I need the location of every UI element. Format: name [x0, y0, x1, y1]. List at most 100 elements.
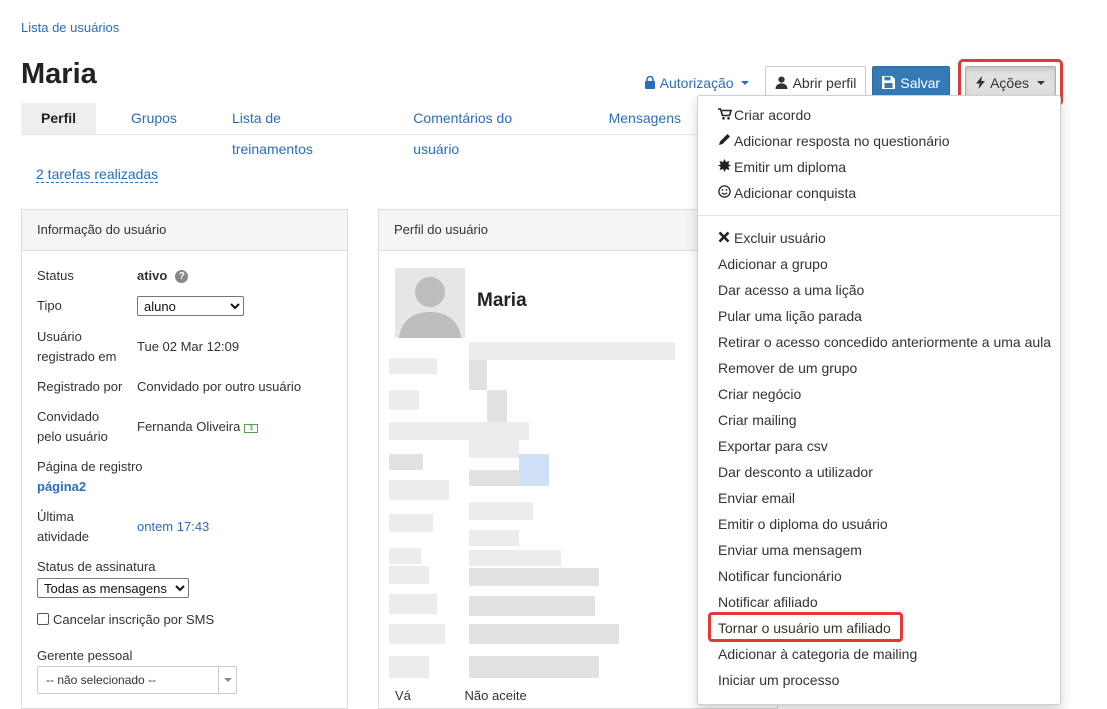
help-icon[interactable]: ?: [175, 270, 189, 284]
reg-page-link[interactable]: página2: [37, 477, 86, 497]
blurred-field: [389, 624, 445, 644]
last-activity-label-line2: atividade: [37, 529, 90, 544]
type-label: Tipo: [37, 298, 62, 313]
menu-item-criar-acordo[interactable]: Criar acordo: [698, 102, 1060, 128]
last-activity-value[interactable]: ontem 17:43: [137, 517, 209, 537]
blurred-field: [469, 550, 561, 566]
last-activity-label: Última atividade: [37, 507, 89, 547]
save-label: Salvar: [900, 74, 941, 91]
status-value: ativo: [137, 268, 168, 283]
menu-item-adicionar-categoria-mailing[interactable]: Adicionar à categoria de mailing: [698, 641, 1060, 667]
blurred-field: [389, 514, 433, 532]
menu-item-notificar-funcionario[interactable]: Notificar funcionário: [698, 563, 1060, 589]
tab-lista-treinamentos[interactable]: Lista de treinamentos: [197, 103, 378, 157]
menu-divider: [698, 215, 1060, 216]
sms-unsubscribe-checkbox[interactable]: [37, 613, 49, 625]
tab-perfil[interactable]: Perfil: [21, 103, 97, 134]
reg-page-label: Página de registro: [37, 459, 143, 474]
bolt-icon: [976, 76, 986, 89]
profile-footer-label: Vá: [395, 688, 411, 703]
menu-item-adicionar-resposta[interactable]: Adicionar resposta no questionário: [698, 128, 1060, 154]
menu-item-criar-negocio[interactable]: Criar negócio: [698, 381, 1060, 407]
blurred-field: [469, 440, 519, 458]
blurred-field: [469, 530, 519, 546]
menu-item-emitir-diploma[interactable]: Emitir um diploma: [698, 154, 1060, 180]
invited-by-label: Convidado pelo usuário: [37, 407, 108, 447]
caret-down-icon: [1037, 80, 1045, 85]
tasks-done-link[interactable]: 2 tarefas realizadas: [36, 166, 159, 183]
blurred-field: [389, 454, 423, 470]
blurred-field: [469, 342, 675, 360]
menu-item-dar-acesso-licao[interactable]: Dar acesso a uma lição: [698, 277, 1060, 303]
menu-item-enviar-email[interactable]: Enviar email: [698, 485, 1060, 511]
tab-mensagens[interactable]: Mensagens: [574, 103, 701, 134]
status-label: Status: [37, 268, 74, 283]
registered-at-label-line2: registrado em: [37, 349, 117, 364]
authorization-label: Autorização: [659, 74, 734, 91]
subscription-select-wrap: Todas as mensagens: [37, 578, 189, 599]
menu-item-enviar-mensagem[interactable]: Enviar uma mensagem: [698, 537, 1060, 563]
manager-label: Gerente pessoal: [37, 648, 133, 663]
pencil-icon: [718, 133, 734, 149]
blurred-field: [469, 470, 519, 486]
registered-by-value: Convidado por outro usuário: [137, 379, 302, 394]
user-info-panel-title: Informação do usuário: [22, 210, 347, 251]
money-icon: $: [244, 424, 259, 433]
blurred-field: [389, 656, 429, 678]
menu-item-emitir-diploma-usuario[interactable]: Emitir o diploma do usuário: [698, 511, 1060, 537]
type-select[interactable]: aluno: [137, 296, 244, 316]
subscription-label: Status de assinatura: [37, 559, 156, 574]
floppy-icon: [882, 76, 896, 89]
menu-item-label: Excluir usuário: [734, 230, 826, 246]
cart-icon: [718, 107, 734, 123]
menu-item-iniciar-processo[interactable]: Iniciar um processo: [698, 667, 1060, 693]
menu-item-tornar-afiliado[interactable]: Tornar o usuário um afiliado: [698, 612, 1060, 642]
menu-item-highlight: [708, 612, 903, 642]
type-select-wrap: aluno: [137, 296, 244, 317]
authorization-dropdown[interactable]: Autorização: [644, 75, 749, 91]
blurred-field: [389, 422, 529, 440]
blurred-field: [389, 548, 421, 564]
certificate-icon: [718, 159, 734, 175]
menu-item-criar-mailing[interactable]: Criar mailing: [698, 407, 1060, 433]
menu-item-label: Emitir um diploma: [734, 159, 847, 175]
blurred-field: [389, 390, 419, 410]
menu-item-retirar-acesso[interactable]: Retirar o acesso concedido anteriormente…: [698, 329, 1060, 355]
invited-by-label-line1: Convidado: [37, 409, 100, 424]
blurred-field: [469, 360, 487, 390]
menu-item-exportar-csv[interactable]: Exportar para csv: [698, 433, 1060, 459]
blurred-field: [469, 596, 595, 616]
menu-item-dar-desconto[interactable]: Dar desconto a utilizador: [698, 459, 1060, 485]
menu-item-remover-grupo[interactable]: Remover de um grupo: [698, 355, 1060, 381]
blurred-field: [389, 566, 429, 584]
chevron-down-icon: [218, 667, 236, 693]
blurred-field: [469, 502, 533, 520]
tab-bar: Perfil Grupos Lista de treinamentos Come…: [21, 103, 701, 157]
profile-name: Maria: [477, 290, 527, 311]
registered-at-label: Usuário registrado em: [37, 327, 116, 367]
open-profile-label: Abrir perfil: [792, 74, 857, 91]
caret-down-icon: [740, 80, 749, 85]
tab-comentarios[interactable]: Comentários do usuário: [378, 103, 573, 157]
lock-icon: [644, 76, 655, 89]
profile-footer: Vá Não aceite: [395, 688, 527, 703]
menu-item-pular-licao[interactable]: Pular uma lição parada: [698, 303, 1060, 329]
menu-item-adicionar-grupo[interactable]: Adicionar a grupo: [698, 251, 1060, 277]
invited-by-label-line2: pelo usuário: [37, 429, 108, 444]
avatar: [395, 268, 465, 338]
profile-footer-value: Não aceite: [464, 688, 527, 703]
menu-item-adicionar-conquista[interactable]: Adicionar conquista: [698, 180, 1060, 206]
avatar-silhouette-icon: [399, 277, 461, 338]
subscription-select[interactable]: Todas as mensagens: [37, 578, 189, 598]
blurred-field: [469, 656, 599, 678]
manager-select[interactable]: -- não selecionado --: [37, 666, 237, 694]
registered-at-label-line1: Usuário: [37, 329, 82, 344]
invited-by-value[interactable]: Fernanda Oliveira: [137, 419, 240, 434]
tab-grupos[interactable]: Grupos: [96, 103, 197, 134]
registered-by-label: Registrado por: [37, 379, 123, 394]
breadcrumb[interactable]: Lista de usuários: [21, 20, 119, 35]
sms-unsubscribe-row: Cancelar inscrição por SMS: [37, 610, 214, 630]
menu-item-excluir-usuario[interactable]: Excluir usuário: [698, 225, 1060, 251]
close-icon: [718, 231, 734, 246]
user-icon: [775, 76, 788, 89]
